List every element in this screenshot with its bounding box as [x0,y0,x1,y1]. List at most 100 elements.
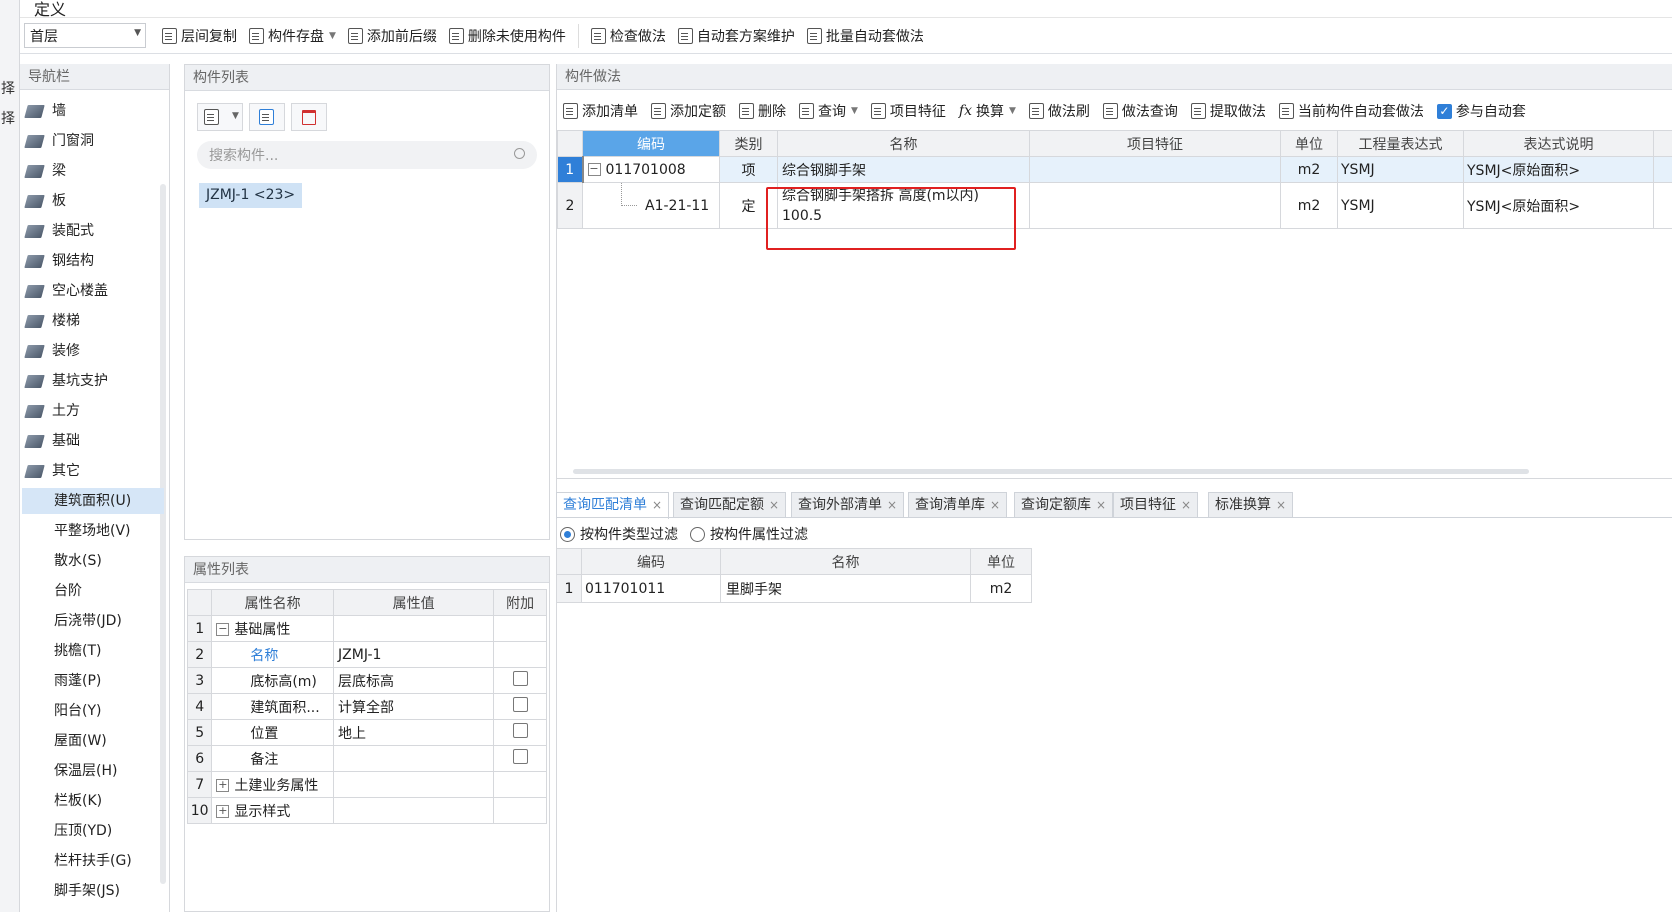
nav-sub-item[interactable]: 屋面(W) [22,728,164,754]
property-value-cell[interactable]: 计算全部 [333,693,495,720]
property-value-cell[interactable]: 地上 [333,719,495,746]
nav-sub-item[interactable]: 后浇带(JD) [22,608,164,634]
nav-sub-item[interactable]: 平整场地(V) [22,518,164,544]
query-tab[interactable]: 查询定额库 × [1014,492,1114,518]
participate-auto-checkbox[interactable]: ✓ 参与自动套 [1436,98,1526,124]
nav-item[interactable]: 装配式 [24,218,94,244]
component-item-selected[interactable]: JZMJ-1 <23> [199,183,303,208]
delete-unused-button[interactable]: 删除未使用构件 [448,23,566,49]
delete-component-button[interactable] [291,103,327,131]
query-code-cell[interactable]: 011701011 [581,574,721,603]
query-name-cell[interactable]: 里脚手架 [720,574,971,603]
property-row[interactable]: 6 备注 [186,745,547,772]
method-header-name[interactable]: 名称 [777,130,1030,157]
method-brush-button[interactable]: 做法刷 [1028,98,1090,124]
nav-sub-item[interactable]: 雨蓬(P) [22,668,164,694]
unit-cell[interactable]: m2 [1280,156,1338,183]
query-tab[interactable]: 查询外部清单 × [791,492,905,518]
new-component-button[interactable]: ▼ [197,103,243,131]
nav-item[interactable]: 楼梯 [24,308,80,334]
nav-item[interactable]: 钢结构 [24,248,94,274]
delete-button[interactable]: 删除 [739,98,786,124]
nav-sub-item[interactable]: 散水(S) [22,548,164,574]
check-method-button[interactable]: 检查做法 [590,23,666,49]
collapse-icon[interactable]: − [587,163,601,176]
close-icon[interactable]: × [1096,498,1106,512]
extra-checkbox[interactable] [512,723,528,738]
filter-by-type-radio[interactable]: 按构件类型过滤 [560,524,678,544]
nav-sub-item[interactable]: 挑檐(T) [22,638,164,664]
query-tab[interactable]: 查询清单库 × [908,492,1008,518]
query-row-1[interactable]: 1 011701011 里脚手架 m2 [556,574,1032,603]
copy-component-button[interactable] [249,103,285,131]
auto-current-button[interactable]: 当前构件自动套做法 [1278,98,1424,124]
nav-item[interactable]: 空心楼盖 [24,278,108,304]
extra-checkbox[interactable] [512,697,528,712]
save-component-button[interactable]: 构件存盘 ▼ [249,23,336,49]
nav-sub-item[interactable]: 栏板(K) [22,788,164,814]
code-cell[interactable]: A1-21-11 [582,182,720,229]
property-value-cell[interactable] [333,745,495,772]
property-row[interactable]: 10 + 显示样式 [186,797,547,824]
name-cell[interactable]: 综合钢脚手架 [777,156,1030,183]
nav-sub-item[interactable]: 脚手架(JS) [22,878,164,904]
expand-icon[interactable]: + [216,805,230,818]
property-row[interactable]: 7 + 土建业务属性 [186,771,547,798]
query-tab[interactable]: 标准换算 × [1208,492,1294,518]
query-header-code[interactable]: 编码 [581,548,721,575]
item-feature-button[interactable]: 项目特征 [870,98,946,124]
nav-item[interactable]: 板 [24,188,66,214]
property-value-cell[interactable]: 层底标高 [333,667,495,694]
collapse-icon[interactable]: − [216,623,230,636]
query-header-unit[interactable]: 单位 [970,548,1032,575]
desc-cell[interactable]: YSMJ<原始面积> [1463,182,1654,229]
nav-sub-item[interactable]: 保温层(H) [22,758,164,784]
property-value-cell[interactable] [333,615,495,642]
property-value-cell[interactable]: JZMJ-1 [333,641,495,668]
add-prefix-suffix-button[interactable]: 添加前后缀 [347,23,437,49]
nav-sub-item[interactable]: 阳台(Y) [22,698,164,724]
property-row[interactable]: 3 底标高(m) 层底标高 [186,667,547,694]
nav-item[interactable]: 土方 [24,398,80,424]
copy-floor-button[interactable]: 层间复制 [162,23,237,49]
nav-item[interactable]: 其它 [24,458,80,484]
unit-cell[interactable]: m2 [1280,182,1338,229]
property-row[interactable]: 4 建筑面积... 计算全部 [186,693,547,720]
property-value-cell[interactable] [333,797,495,824]
batch-auto-button[interactable]: 批量自动套做法 [806,23,924,49]
close-icon[interactable]: × [1181,498,1191,512]
desc-cell[interactable]: YSMJ<原始面积> [1463,156,1654,183]
extract-method-button[interactable]: 提取做法 [1190,98,1266,124]
feature-cell[interactable] [1029,182,1281,229]
method-header-code[interactable]: 编码 [582,130,720,157]
method-header-unit[interactable]: 单位 [1280,130,1338,157]
property-row[interactable]: 5 位置 地上 [186,719,547,746]
nav-sub-item[interactable]: 栏杆扶手(G) [22,848,164,874]
nav-item[interactable]: 门窗洞 [24,128,94,154]
property-value-cell[interactable] [333,771,495,798]
close-icon[interactable]: × [1276,498,1286,512]
close-icon[interactable]: × [769,498,779,512]
nav-item[interactable]: 墙 [24,98,66,124]
close-icon[interactable]: × [652,498,662,512]
extra-checkbox[interactable] [512,749,528,764]
method-hscrollbar[interactable] [573,469,1529,474]
search-component-input[interactable]: 搜索构件... [197,141,537,169]
method-header-type[interactable]: 类别 [719,130,778,157]
property-row[interactable]: 1− 基础属性 [186,615,547,642]
close-icon[interactable]: × [990,498,1000,512]
code-cell[interactable]: −011701008 [581,156,720,183]
filter-by-property-radio[interactable]: 按构件属性过滤 [690,524,808,544]
query-unit-cell[interactable]: m2 [970,574,1032,603]
nav-item[interactable]: 装修 [24,338,80,364]
add-quota-button[interactable]: 添加定额 [651,98,726,124]
nav-item[interactable]: 梁 [24,158,66,184]
nav-sub-item[interactable]: 台阶 [22,578,164,604]
nav-item[interactable]: 基础 [24,428,80,454]
method-row-1[interactable]: 1 −011701008 项 综合钢脚手架 m2 YSMJ YSMJ<原始面积> [557,156,1672,183]
extra-checkbox[interactable] [512,671,528,686]
query-tab[interactable]: 项目特征 × [1113,492,1199,518]
type-cell[interactable]: 项 [719,156,778,183]
floor-select[interactable]: 首层 ▼ [24,23,146,48]
expr-cell[interactable]: YSMJ [1337,156,1464,183]
